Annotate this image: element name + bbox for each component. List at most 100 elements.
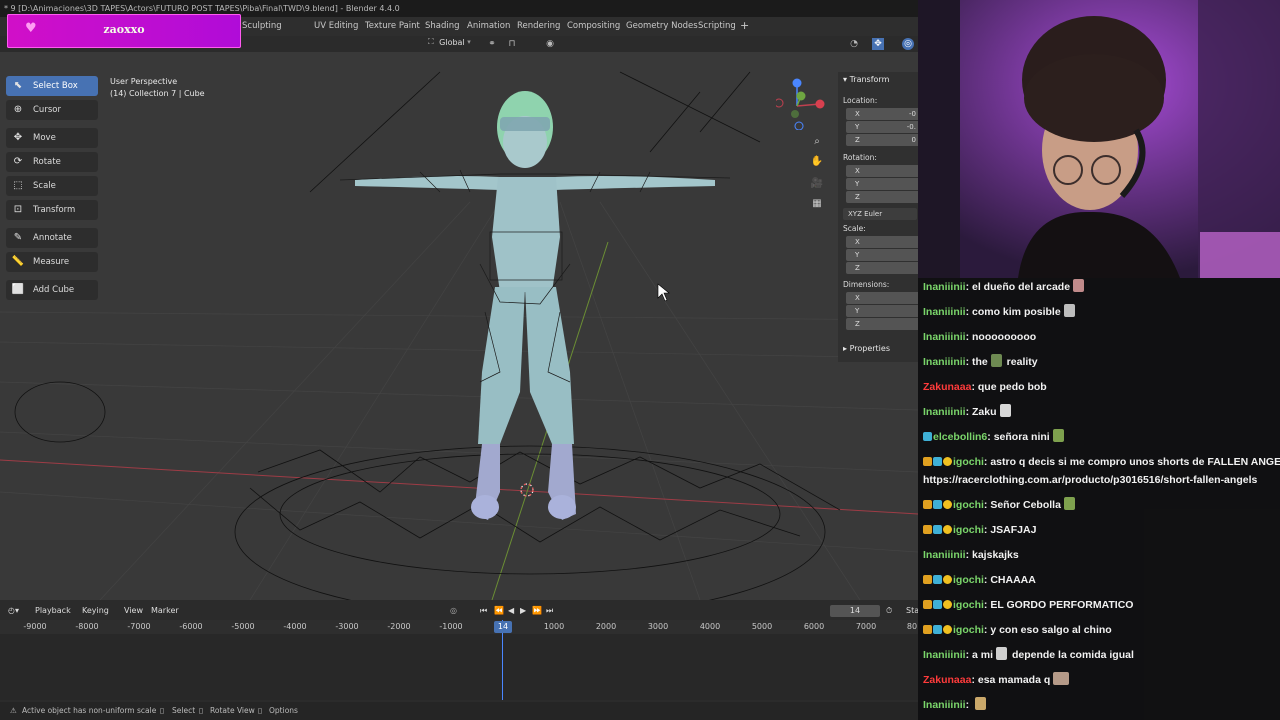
3d-viewport[interactable] xyxy=(0,52,918,600)
pan-hand-icon[interactable]: ✋ xyxy=(810,155,824,169)
tool-scale[interactable]: ⬚ Scale xyxy=(6,176,98,196)
properties-header[interactable]: ▸ Properties xyxy=(843,344,890,353)
play-reverse-icon[interactable]: ◀ xyxy=(508,606,514,615)
transform-header[interactable]: ▾ Transform xyxy=(843,75,889,84)
orientation-selector[interactable]: ⛶ Global ▾ xyxy=(428,37,471,51)
tick-label: -6000 xyxy=(179,622,203,631)
jump-end-icon[interactable]: ⏭ xyxy=(546,606,553,616)
tab-uv-editing[interactable]: UV Editing xyxy=(314,21,358,31)
screen: * 9 [D:\Animaciones\3D TAPES\Actors\FUTU… xyxy=(0,0,1280,720)
rotation-x-field[interactable]: X xyxy=(846,165,918,177)
location-z-field[interactable]: Z0 xyxy=(846,134,918,146)
playhead-frame-label[interactable]: 14 xyxy=(494,621,512,633)
user-badge-icon xyxy=(933,500,942,509)
tab-sculpting[interactable]: Sculpting xyxy=(242,21,282,31)
chat-message: igochi: EL GORDO PERFORMATICO xyxy=(923,596,1275,614)
next-keyframe-icon[interactable]: ⏩ xyxy=(532,606,542,615)
chat-username: Inaniiinii xyxy=(923,281,966,293)
tab-animation[interactable]: Animation xyxy=(467,21,510,31)
prev-keyframe-icon[interactable]: ⏪ xyxy=(494,606,504,615)
chat-text: reality xyxy=(1003,356,1038,368)
tab-scripting[interactable]: Scripting xyxy=(698,21,736,31)
tool-cursor[interactable]: ⊕ Cursor xyxy=(6,100,98,120)
warning-icon: ⚠ xyxy=(10,706,17,715)
chat-text: : Zaku xyxy=(965,406,997,418)
chat-link[interactable]: https://racerclothing.com.ar/producto/p3… xyxy=(923,471,1257,489)
chat-message: Inaniiinii: Zaku xyxy=(923,403,1275,421)
overlay-icon[interactable]: ◎ xyxy=(902,38,914,50)
rotation-mode-select[interactable]: XYZ Euler xyxy=(843,208,917,220)
visibility-icon[interactable]: ◔ xyxy=(848,38,860,50)
rotation-y-field[interactable]: Y xyxy=(846,178,918,190)
chat-username: Inaniiinii xyxy=(923,549,966,561)
chat-username: igochi xyxy=(953,599,984,611)
user-badge-icon xyxy=(923,600,932,609)
viewport-scene xyxy=(0,52,918,600)
mouse-middle-icon: ▯ xyxy=(199,706,204,715)
chat-username: Inaniiinii xyxy=(923,306,966,318)
scale-y-field[interactable]: Y xyxy=(846,249,918,261)
tick-label: 4000 xyxy=(699,622,721,631)
tick-label: 3000 xyxy=(647,622,669,631)
scale-z-field[interactable]: Z xyxy=(846,262,918,274)
clock-icon[interactable]: ⏱ xyxy=(886,606,892,616)
add-workspace-button[interactable]: + xyxy=(740,19,749,32)
scale-x-field[interactable]: X xyxy=(846,236,918,248)
timeline-area[interactable] xyxy=(0,634,918,700)
tool-select-box[interactable]: ⬉ Select Box xyxy=(6,76,98,96)
navigation-gizmo[interactable] xyxy=(776,74,826,130)
emote-icon xyxy=(1053,672,1070,685)
scale-label: Scale: xyxy=(843,224,866,233)
record-icon[interactable]: ◎ xyxy=(450,606,457,615)
editor-type-icon[interactable]: ◴▾ xyxy=(8,606,19,615)
tab-compositing[interactable]: Compositing xyxy=(567,21,620,31)
dimensions-z-field[interactable]: Z xyxy=(846,318,918,330)
chat-text: : xyxy=(965,699,973,711)
current-frame-field[interactable]: 14 xyxy=(830,605,880,617)
menu-marker[interactable]: Marker xyxy=(151,606,179,615)
jump-start-icon[interactable]: ⏮ xyxy=(480,606,487,616)
tool-add-cube[interactable]: ⬜ Add Cube xyxy=(6,280,98,300)
location-x-field[interactable]: X -0 xyxy=(846,108,918,120)
gizmo-toggle-icon[interactable]: ✥ xyxy=(872,38,884,50)
proportional-edit-icon[interactable]: ◉ xyxy=(544,38,556,50)
chat-username: Inaniiinii xyxy=(923,406,966,418)
chat-text: : JSAFJAJ xyxy=(983,524,1037,536)
tool-measure[interactable]: 📏 Measure xyxy=(6,252,98,272)
menu-view[interactable]: View xyxy=(124,606,143,615)
dimensions-label: Dimensions: xyxy=(843,280,890,289)
tab-rendering[interactable]: Rendering xyxy=(517,21,560,31)
streamer-name: zaoxxo xyxy=(103,23,145,36)
menu-playback[interactable]: Playback xyxy=(35,606,71,615)
chat-text: : kajskajks xyxy=(965,549,1019,561)
menu-keying[interactable]: Keying xyxy=(82,606,109,615)
chat-text: : como kim posible xyxy=(965,306,1061,318)
zoom-icon[interactable]: ⌕ xyxy=(810,135,824,149)
emote-icon xyxy=(990,354,1002,367)
chat-text: : el dueño del arcade xyxy=(965,281,1071,293)
tick-label: -5000 xyxy=(231,622,255,631)
tool-annotate[interactable]: ✎ Annotate xyxy=(6,228,98,248)
dimensions-x-field[interactable]: X xyxy=(846,292,918,304)
tab-geometry-nodes[interactable]: Geometry Nodes xyxy=(626,21,698,31)
tool-move[interactable]: ✥ Move xyxy=(6,128,98,148)
dimensions-y-field[interactable]: Y xyxy=(846,305,918,317)
tab-shading[interactable]: Shading xyxy=(425,21,460,31)
camera-view-icon[interactable]: 🎥 xyxy=(810,177,824,191)
location-y-field[interactable]: Y -0. xyxy=(846,121,918,133)
grid-toggle-icon[interactable]: ▦ xyxy=(810,197,824,211)
tick-label: 1000 xyxy=(543,622,565,631)
rotation-z-field[interactable]: Z xyxy=(846,191,918,203)
chat-username: Inaniiinii xyxy=(923,699,966,711)
snap-icon[interactable]: ⊓ xyxy=(506,38,518,50)
cursor-icon: ⊕ xyxy=(13,104,23,115)
tab-texture-paint[interactable]: Texture Paint xyxy=(365,21,420,31)
chat-text: : CHAAAA xyxy=(983,574,1036,586)
user-badge-icon xyxy=(943,457,952,466)
pivot-icon[interactable]: ⚭ xyxy=(486,38,498,50)
chat-text: : astro q decis si me compro unos shorts… xyxy=(983,456,1280,468)
tool-transform[interactable]: ⊡ Transform xyxy=(6,200,98,220)
timeline-ruler[interactable]: -9000 -8000 -7000 -6000 -5000 -4000 -300… xyxy=(0,620,918,634)
tool-rotate[interactable]: ⟳ Rotate xyxy=(6,152,98,172)
play-icon[interactable]: ▶ xyxy=(520,606,526,615)
